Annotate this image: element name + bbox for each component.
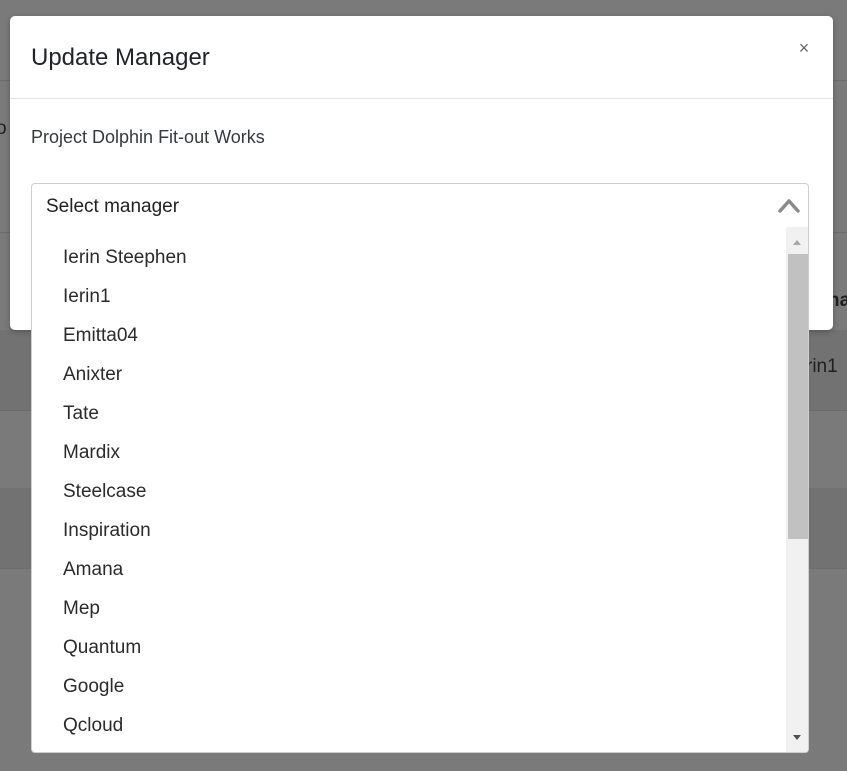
scroll-down-arrow-icon[interactable] bbox=[786, 725, 808, 749]
manager-option[interactable]: Ierin1 bbox=[32, 277, 787, 316]
manager-option[interactable]: Mep bbox=[32, 589, 787, 628]
project-name: Project Dolphin Fit-out Works bbox=[31, 127, 265, 147]
modal-header: Update Manager × bbox=[10, 16, 833, 99]
manager-option[interactable]: Emitta04 bbox=[32, 316, 787, 355]
manager-select[interactable]: Select manager bbox=[31, 183, 809, 227]
scrollbar-thumb[interactable] bbox=[788, 254, 808, 539]
modal-backdrop[interactable]: o na rin1 Update Manager × Project Dolph… bbox=[0, 0, 847, 771]
options-list: Ierin Steephen Ierin1 Emitta04 Anixter Tate M… bbox=[32, 238, 787, 745]
manager-option[interactable]: Amana bbox=[32, 550, 787, 589]
manager-option[interactable]: Mardix bbox=[32, 433, 787, 472]
close-button[interactable]: × bbox=[795, 38, 813, 58]
select-placeholder: Select manager bbox=[46, 196, 180, 217]
background-cell-fragment: rin1 bbox=[806, 356, 838, 377]
close-icon: × bbox=[798, 38, 810, 58]
manager-option[interactable]: Quantum bbox=[32, 628, 787, 667]
manager-option[interactable]: Ierin Steephen bbox=[32, 238, 787, 277]
manager-option[interactable]: Tate bbox=[32, 394, 787, 433]
dropdown-scrollbar[interactable] bbox=[786, 227, 808, 752]
manager-option[interactable]: Qcloud bbox=[32, 706, 787, 745]
modal-title: Update Manager bbox=[31, 44, 210, 71]
background-text-fragment: o bbox=[0, 118, 7, 139]
scroll-up-arrow-icon[interactable] bbox=[786, 231, 808, 255]
chevron-up-icon bbox=[778, 199, 800, 213]
manager-option[interactable]: Anixter bbox=[32, 355, 787, 394]
manager-dropdown-list[interactable]: Ierin Steephen Ierin1 Emitta04 Anixter Tate M… bbox=[31, 227, 809, 753]
manager-option[interactable]: Google bbox=[32, 667, 787, 706]
manager-option[interactable]: Steelcase bbox=[32, 472, 787, 511]
manager-option[interactable]: Inspiration bbox=[32, 511, 787, 550]
